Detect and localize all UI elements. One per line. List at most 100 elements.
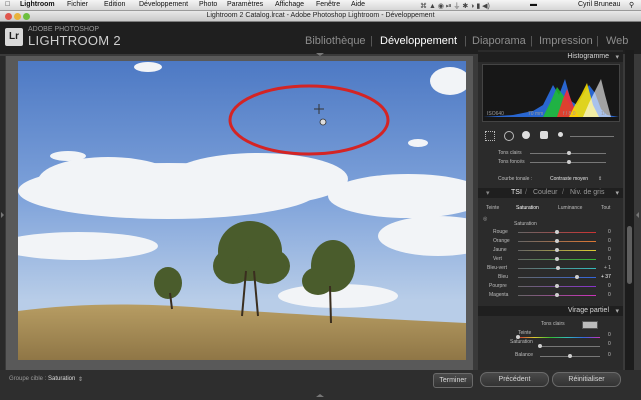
target-group-label: Groupe cible : xyxy=(9,376,47,382)
histogram[interactable]: ISO640 70 mm f / 8,0 1/ xyxy=(482,64,620,122)
collapse-panel-icon[interactable]: ▾ xyxy=(615,189,619,197)
module-diaporama[interactable]: Diaporama xyxy=(472,35,526,47)
hsl-knob-pourpre[interactable] xyxy=(555,284,559,288)
hsl-knob-orange[interactable] xyxy=(555,239,559,243)
apple-icon[interactable]:  xyxy=(5,1,10,8)
split-highlights-label: Tons clairs xyxy=(541,321,565,327)
crop-tool-icon[interactable] xyxy=(485,131,495,141)
target-group-select[interactable]: Saturation xyxy=(48,376,75,382)
hsl-value-vert: 0 xyxy=(608,256,611,262)
spot-removal-icon[interactable] xyxy=(504,131,514,141)
split-toning-title: Virage partiel xyxy=(567,307,609,314)
menu-developpement[interactable]: Développement xyxy=(139,1,188,8)
reset-button[interactable]: Réinitialiser xyxy=(552,372,621,387)
module-bibliotheque[interactable]: Bibliothèque xyxy=(305,35,366,47)
hsl-value-rouge: 0 xyxy=(608,229,611,235)
collapse-right-icon[interactable] xyxy=(636,212,639,218)
flag-icon[interactable]: ▬ xyxy=(530,1,537,8)
module-separator: | xyxy=(530,35,533,47)
photo-preview[interactable] xyxy=(18,61,466,360)
previous-button[interactable]: Précédent xyxy=(480,372,549,387)
hsl-knob-magenta[interactable] xyxy=(555,293,559,297)
module-separator: | xyxy=(464,35,467,47)
menu-edition[interactable]: Edition xyxy=(104,1,125,8)
menu-affichage[interactable]: Affichage xyxy=(275,1,304,8)
hsl-label-rouge: Rouge xyxy=(493,229,508,235)
tone-highlights-knob[interactable] xyxy=(567,151,571,155)
module-developpement[interactable]: Développement xyxy=(380,35,457,47)
hsl-knob-vert[interactable] xyxy=(555,257,559,261)
split-toning-header[interactable]: Virage partiel ▾ xyxy=(478,306,623,316)
red-eye-icon[interactable] xyxy=(522,131,530,139)
menu-fichier[interactable]: Fichier xyxy=(67,1,88,8)
split-value-teinte: 0 xyxy=(608,332,611,338)
tone-highlights-label: Tons clairs xyxy=(498,150,522,156)
menu-fenetre[interactable]: Fenêtre xyxy=(316,1,340,8)
curve-select[interactable]: Contraste moyen xyxy=(550,176,588,182)
hsl-label-orange: Orange xyxy=(493,238,510,244)
brush-icon[interactable] xyxy=(558,132,563,137)
expand-left-icon[interactable] xyxy=(1,212,4,218)
tone-shadows-knob[interactable] xyxy=(567,160,571,164)
split-color-swatch[interactable] xyxy=(582,321,598,329)
tab-saturation[interactable]: Saturation xyxy=(516,205,539,211)
module-impression[interactable]: Impression xyxy=(539,35,593,47)
window-title: Lightroom 2 Catalog.lrcat - Adobe Photos… xyxy=(206,12,435,19)
menu-parametres[interactable]: Paramètres xyxy=(227,1,263,8)
expand-filmstrip-icon[interactable] xyxy=(316,394,324,397)
curve-dropdown-icon[interactable]: ⇕ xyxy=(598,176,602,182)
spotlight-icon[interactable]: ⚲ xyxy=(629,1,634,9)
hsl-value-magenta: 0 xyxy=(608,292,611,298)
color-title[interactable]: Couleur xyxy=(533,189,558,196)
menu-photo[interactable]: Photo xyxy=(199,1,217,8)
hsl-slider-bleu[interactable] xyxy=(518,277,596,278)
histogram-iso: ISO640 xyxy=(487,111,504,117)
tone-shadows-label: Tons foncés xyxy=(498,159,525,165)
hsl-separator: / xyxy=(525,189,527,196)
panel-toggle-icon[interactable]: ▾ xyxy=(486,189,490,197)
dropdown-icon[interactable]: ⇕ xyxy=(78,376,83,383)
hsl-value-bleu: + 37 xyxy=(601,274,611,280)
tab-tout[interactable]: Tout xyxy=(601,205,610,211)
hsl-label-vert: Vert xyxy=(493,256,502,262)
menu-bar:  Lightroom Fichier Edition Développemen… xyxy=(0,0,641,11)
hsl-knob-bleu-vert[interactable] xyxy=(556,266,560,270)
hsl-title[interactable]: TSI xyxy=(511,189,522,196)
brand-title: LIGHTROOM 2 xyxy=(28,33,121,48)
graduated-filter-icon[interactable] xyxy=(540,131,548,139)
hsl-knob-jaune[interactable] xyxy=(555,248,559,252)
grayscale-title[interactable]: Niv. de gris xyxy=(570,189,605,196)
tab-teinte[interactable]: Teinte xyxy=(486,205,499,211)
section-saturation: Saturation xyxy=(514,221,537,227)
split-hue-slider[interactable] xyxy=(518,337,600,338)
tab-luminance[interactable]: Luminance xyxy=(558,205,582,211)
finish-button[interactable]: Terminer xyxy=(433,373,473,388)
target-adjust-icon[interactable]: ◎ xyxy=(483,216,487,222)
split-label-teinte: Teinte xyxy=(518,330,532,336)
hsl-header[interactable]: ▾ TSI / Couleur / Niv. de gris ▾ xyxy=(478,188,623,198)
hsl-label-bleu: Bleu xyxy=(498,274,509,280)
split-saturation-knob[interactable] xyxy=(538,344,542,348)
split-value-saturation: 0 xyxy=(608,341,611,347)
split-balance-knob[interactable] xyxy=(568,354,572,358)
collapse-panel-icon[interactable]: ▾ xyxy=(615,307,619,315)
panel-scroll-thumb[interactable] xyxy=(627,226,632,284)
hsl-knob-rouge[interactable] xyxy=(555,230,559,234)
histogram-focal: 70 mm xyxy=(528,111,543,117)
lr-logo-icon: Lr xyxy=(5,28,23,46)
histogram-header[interactable]: Histogramme ▾ xyxy=(478,52,623,62)
hsl-value-orange: 0 xyxy=(608,238,611,244)
hsl-knob-bleu[interactable] xyxy=(575,275,579,279)
menu-lightroom[interactable]: Lightroom xyxy=(20,1,55,8)
histogram-shutter: 1/ xyxy=(601,111,606,117)
status-icons[interactable]: ⌘ ▲ ◉ ⏯ ⏚ ✱ ◑ ▮ ◀) xyxy=(420,1,490,11)
hsl-value-pourpre: 0 xyxy=(608,283,611,289)
module-web[interactable]: Web xyxy=(606,35,628,47)
menu-aide[interactable]: Aide xyxy=(351,1,365,8)
user-name[interactable]: Cyril Bruneau xyxy=(578,1,620,8)
panel-scrollbar[interactable] xyxy=(625,50,634,372)
module-separator: | xyxy=(596,35,599,47)
tool-slider[interactable] xyxy=(570,136,614,137)
split-saturation-slider[interactable] xyxy=(540,346,600,347)
collapse-panel-icon[interactable]: ▾ xyxy=(615,53,619,61)
